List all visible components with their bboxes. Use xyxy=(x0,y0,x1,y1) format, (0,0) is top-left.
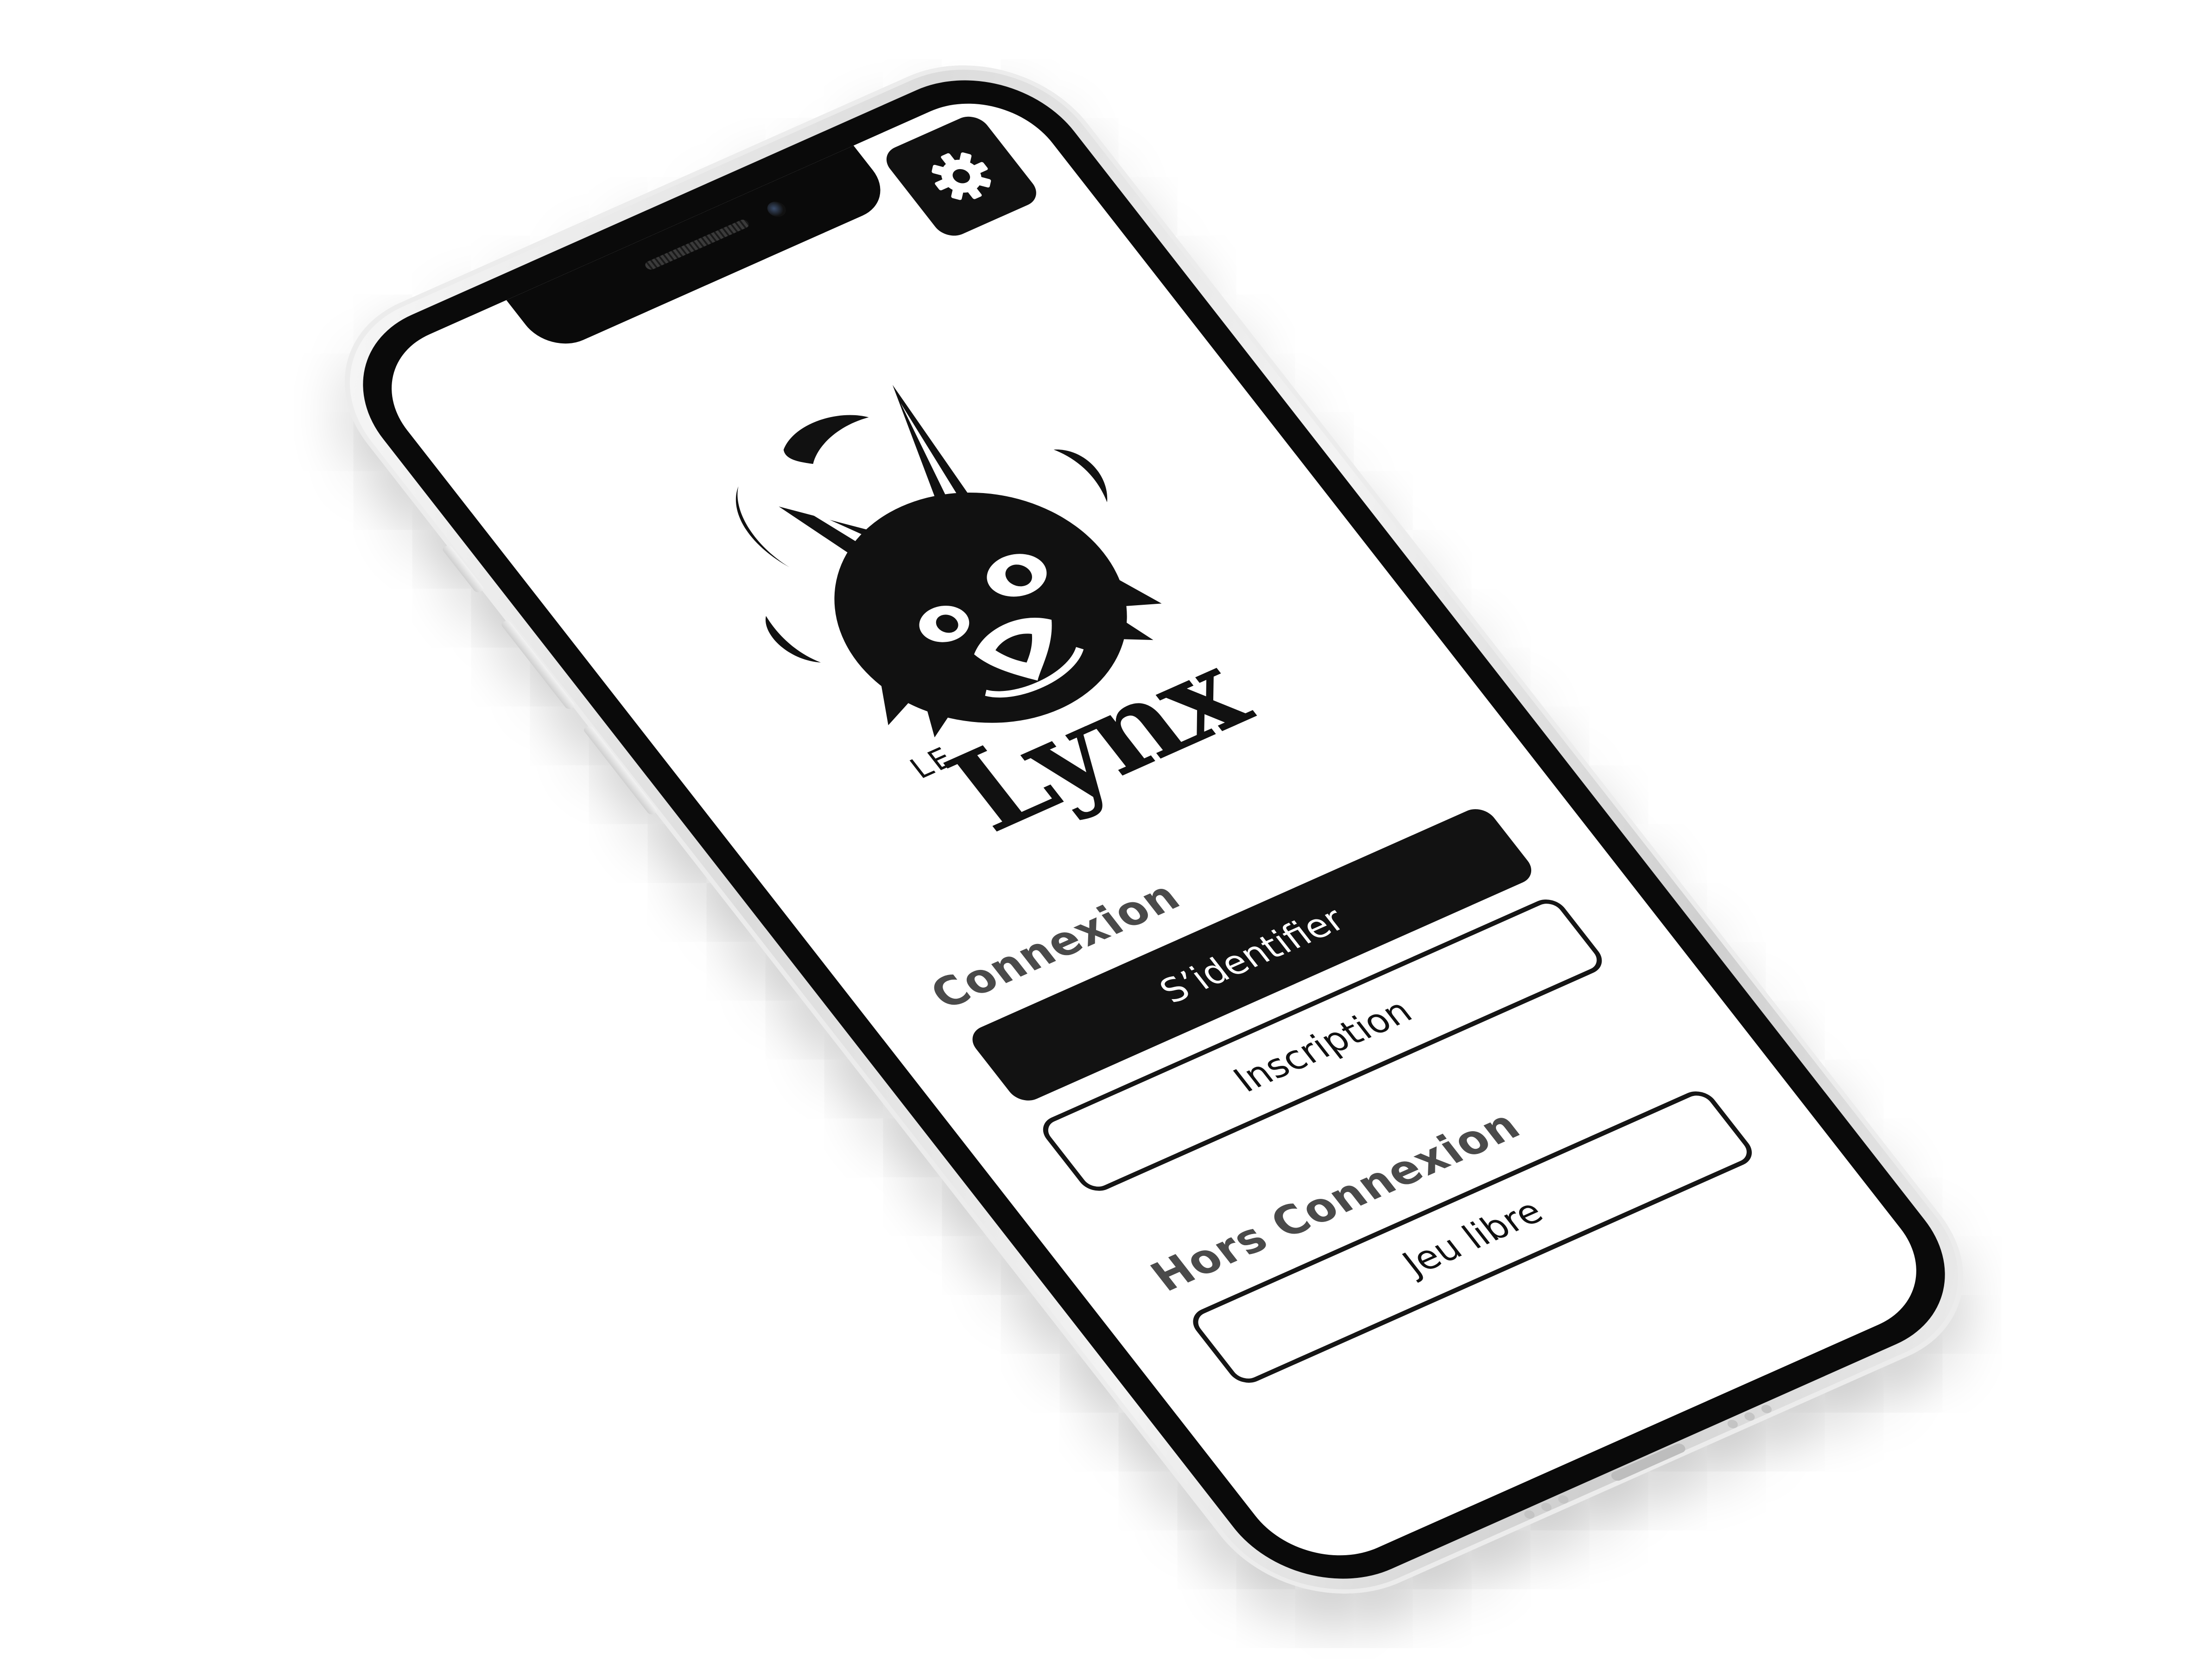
app-screen: LE Lynx Connexion S’identifier Inscripti… xyxy=(357,79,1951,1580)
front-camera xyxy=(763,199,790,220)
gear-icon xyxy=(932,152,991,200)
phone-mockup: LE Lynx Connexion S’identifier Inscripti… xyxy=(294,29,2014,1630)
settings-button[interactable] xyxy=(879,111,1044,241)
mockup-stage: LE Lynx Connexion S’identifier Inscripti… xyxy=(0,0,2212,1659)
